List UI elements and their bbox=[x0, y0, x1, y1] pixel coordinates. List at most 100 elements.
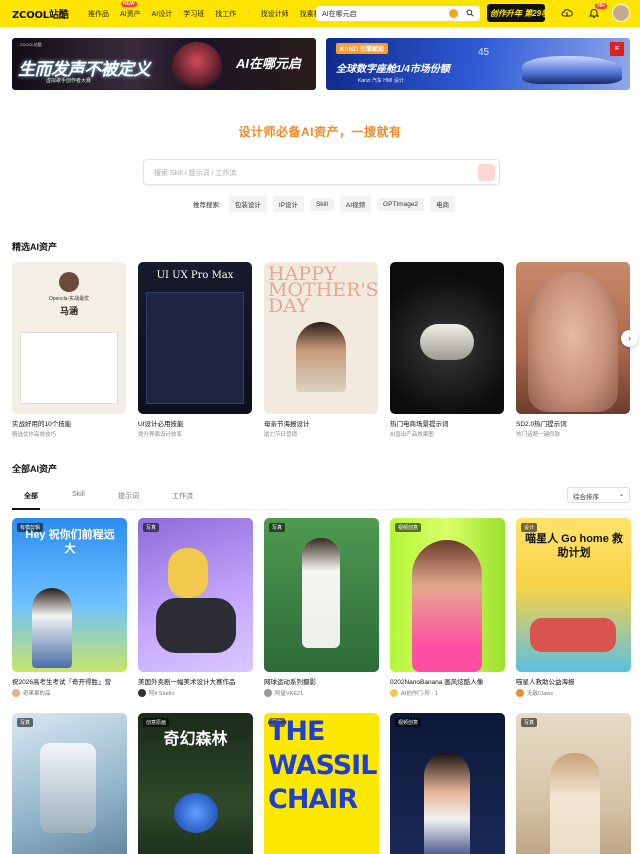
hero-title: 设计师必备AI资产，一搜就有 bbox=[238, 125, 402, 139]
banner-left-right-text: AI在哪元启 bbox=[236, 56, 302, 71]
yellow-jacket bbox=[168, 548, 208, 598]
nav-item-ai-design[interactable]: AI设计 bbox=[152, 9, 173, 19]
asset-badge: 设计 bbox=[521, 523, 538, 532]
asset-card-author[interactable]: 阿ti Studio bbox=[138, 689, 253, 697]
upload-cloud-icon[interactable] bbox=[561, 7, 573, 19]
asset-search-placeholder: 搜索 Skill / 提示词 / 工作流 bbox=[154, 170, 237, 177]
carousel-next-button[interactable]: › bbox=[621, 330, 638, 347]
tab-prompts[interactable]: 提示词 bbox=[118, 491, 139, 501]
asset-badge: 视频创意 bbox=[395, 718, 422, 727]
zcool-logo[interactable]: ZCOOL站酷 bbox=[12, 6, 69, 21]
asset-card[interactable]: 视频创意 0202NanoBanana 画风炫酷人像 AI创作门-所 · 1 bbox=[390, 518, 505, 697]
asset-card-image: 写真 bbox=[264, 518, 379, 672]
nav-item-works[interactable]: 推作品 bbox=[88, 9, 109, 19]
hot-tag[interactable]: GPTImage2 bbox=[377, 197, 425, 211]
asset-card-title: 0202NanoBanana 画风炫酷人像 bbox=[390, 679, 484, 686]
asset-card[interactable]: 写真 美国外卖剧一幅美术设计大赛作品 阿ti Studio bbox=[138, 518, 253, 697]
featured-card-title: UI设计必用技能 bbox=[138, 421, 184, 428]
asset-search-input[interactable]: 搜索 Skill / 提示词 / 工作流 bbox=[143, 159, 500, 185]
featured-card-image bbox=[516, 262, 630, 414]
author-name: 阿ti Studio bbox=[149, 691, 175, 697]
dashboard-mockup bbox=[146, 292, 244, 404]
person-figure bbox=[32, 588, 72, 668]
featured-card-subtitle: 助力节日营销 bbox=[264, 432, 298, 438]
asset-card[interactable]: 有模剪辑 Hey 祝你们前程远大 祝2026高考生考试「奇开得胜」营 奇果果的品 bbox=[12, 518, 127, 697]
nav-item-learn[interactable]: 学习班 bbox=[183, 9, 204, 19]
nav-item-jobs[interactable]: 找工作 bbox=[215, 9, 236, 19]
hot-tag[interactable]: Skill bbox=[309, 197, 334, 211]
nav-item-ai-assets[interactable]: AI资产 bbox=[120, 9, 141, 19]
tab-all[interactable]: 全部 bbox=[24, 491, 38, 501]
featured-card[interactable]: 热门电商场景提示词 AI直出产品效果图 bbox=[390, 262, 504, 438]
banner-left-figure bbox=[172, 42, 222, 90]
card-image-doc bbox=[20, 332, 118, 404]
asset-card[interactable]: 写真 网球运动系列摄影 阿星VKE21 bbox=[264, 518, 379, 697]
banner-left-tag: ZCOOL站酷 bbox=[20, 42, 42, 47]
featured-card[interactable]: Opencla-实战最优 马涵 实战好用的10个技能 精选优作高效技巧 bbox=[12, 262, 126, 438]
asset-card-image: 有模剪辑 Hey 祝你们前程远大 bbox=[12, 518, 127, 672]
tab-skill[interactable]: Skill bbox=[72, 491, 85, 498]
featured-card-title: SD2.0热门提示词 bbox=[516, 421, 567, 428]
featured-card[interactable]: SD2.0热门提示词 热门话题一键同款 bbox=[516, 262, 630, 438]
asset-card-image: 设计 喵星人 Go home 救助计划 bbox=[516, 518, 631, 672]
person-figure bbox=[550, 753, 600, 854]
author-name: 奇果果的品 bbox=[23, 691, 51, 697]
portrait-face bbox=[528, 272, 618, 412]
promo-banner-button[interactable]: 创作升年 第29季 bbox=[487, 4, 549, 22]
hot-tag[interactable]: IP设计 bbox=[272, 196, 304, 212]
banner-right-tag: KANZI 引擎赋能 bbox=[336, 43, 388, 54]
asset-card-image: 写真 THE WASSIL CHAIR bbox=[264, 713, 379, 854]
asset-card-image: 写真 bbox=[138, 518, 253, 672]
ai-search-icon[interactable] bbox=[449, 9, 458, 18]
asset-card-author[interactable]: 阿星VKE21 bbox=[264, 689, 379, 697]
card-image-text: Opencla-实战最优 bbox=[48, 296, 90, 302]
top-navbar: ZCOOL站酷 推作品 AI资产 AI设计 学习班 找工作 · 找设计师 找素材… bbox=[0, 0, 640, 27]
mother-figure bbox=[296, 322, 346, 392]
search-icon[interactable] bbox=[466, 9, 474, 17]
featured-card-subtitle: 精选优作高效技巧 bbox=[12, 432, 57, 438]
nav-item-find-designer[interactable]: 找设计师 bbox=[261, 9, 289, 19]
top-search-input[interactable]: AI在哪元启 bbox=[316, 6, 480, 21]
hot-tag[interactable]: 电商 bbox=[430, 196, 456, 212]
asset-card[interactable]: 写真 bbox=[516, 713, 631, 854]
asset-card-title: 美国外卖剧一幅美术设计大赛作品 bbox=[138, 679, 236, 686]
asset-card[interactable]: 设计 喵星人 Go home 救助计划 喵星人救助公益海报 无敌Claws bbox=[516, 518, 631, 697]
featured-card-image bbox=[390, 262, 504, 414]
user-avatar[interactable] bbox=[612, 4, 630, 22]
promo-banner-left[interactable]: ZCOOL站酷 生而发声不被定义 虚拟歌手创作者大赛 AI在哪元启 bbox=[12, 38, 316, 90]
author-name: AI创作门-所 · 1 bbox=[401, 691, 438, 697]
featured-card-title: 热门电商场景提示词 bbox=[390, 421, 449, 428]
earbuds-case bbox=[420, 324, 474, 360]
sort-dropdown[interactable]: 综合排序 ⌄ bbox=[567, 487, 630, 503]
featured-card-title: 实战好用的10个技能 bbox=[12, 421, 72, 428]
featured-card-image: Opencla-实战最优 马涵 bbox=[12, 262, 126, 414]
featured-card-subtitle: 提升界面设计效率 bbox=[138, 432, 183, 438]
car-image bbox=[522, 56, 622, 84]
author-avatar bbox=[390, 689, 398, 697]
asset-card-author[interactable]: 无敌Claws bbox=[516, 689, 631, 697]
asset-card-author[interactable]: AI创作门-所 · 1 bbox=[390, 689, 505, 697]
featured-card-image: HAPPY MOTHER'S DAY bbox=[264, 262, 378, 414]
banner-left-subtitle: 虚拟歌手创作者大赛 bbox=[46, 78, 92, 84]
featured-card[interactable]: HAPPY MOTHER'S DAY 母亲节海报设计 助力节日营销 bbox=[264, 262, 378, 438]
asset-card-author[interactable]: 奇果果的品 bbox=[12, 689, 127, 697]
promo-banner-right[interactable]: KANZI 引擎赋能 45 全球数字座舱1/4市场份额 Kanzi 汽车 HMI… bbox=[326, 38, 630, 90]
all-assets-title: 全部AI资产 bbox=[12, 464, 58, 474]
asset-card[interactable]: 创意原画 奇幻森林 bbox=[138, 713, 253, 854]
hot-tag[interactable]: AI视频 bbox=[339, 196, 372, 212]
asset-card-image: 视频创意 bbox=[390, 713, 505, 854]
asset-search-button[interactable] bbox=[478, 164, 495, 181]
recommended-label: 推荐搜索: bbox=[193, 202, 221, 209]
tab-workflow[interactable]: 工作流 bbox=[172, 491, 193, 501]
hot-tag[interactable]: 包装设计 bbox=[228, 196, 267, 212]
asset-tabs: 全部 Skill 提示词 工作流 bbox=[12, 488, 630, 510]
asset-card[interactable]: 写真 THE WASSIL CHAIR bbox=[264, 713, 379, 854]
card-overlay-text: Hey 祝你们前程远大 bbox=[25, 529, 115, 555]
featured-card[interactable]: UI UX Pro Max UI设计必用技能 提升界面设计效率 bbox=[138, 262, 252, 438]
sort-value: 综合排序 bbox=[573, 494, 599, 501]
asset-badge: 写真 bbox=[143, 523, 160, 532]
asset-card[interactable]: 视频创意 bbox=[390, 713, 505, 854]
asset-card[interactable]: 写真 bbox=[12, 713, 127, 854]
author-name: 阿星VKE21 bbox=[275, 691, 304, 697]
asset-card-title: 喵星人救助公益海报 bbox=[516, 679, 575, 686]
